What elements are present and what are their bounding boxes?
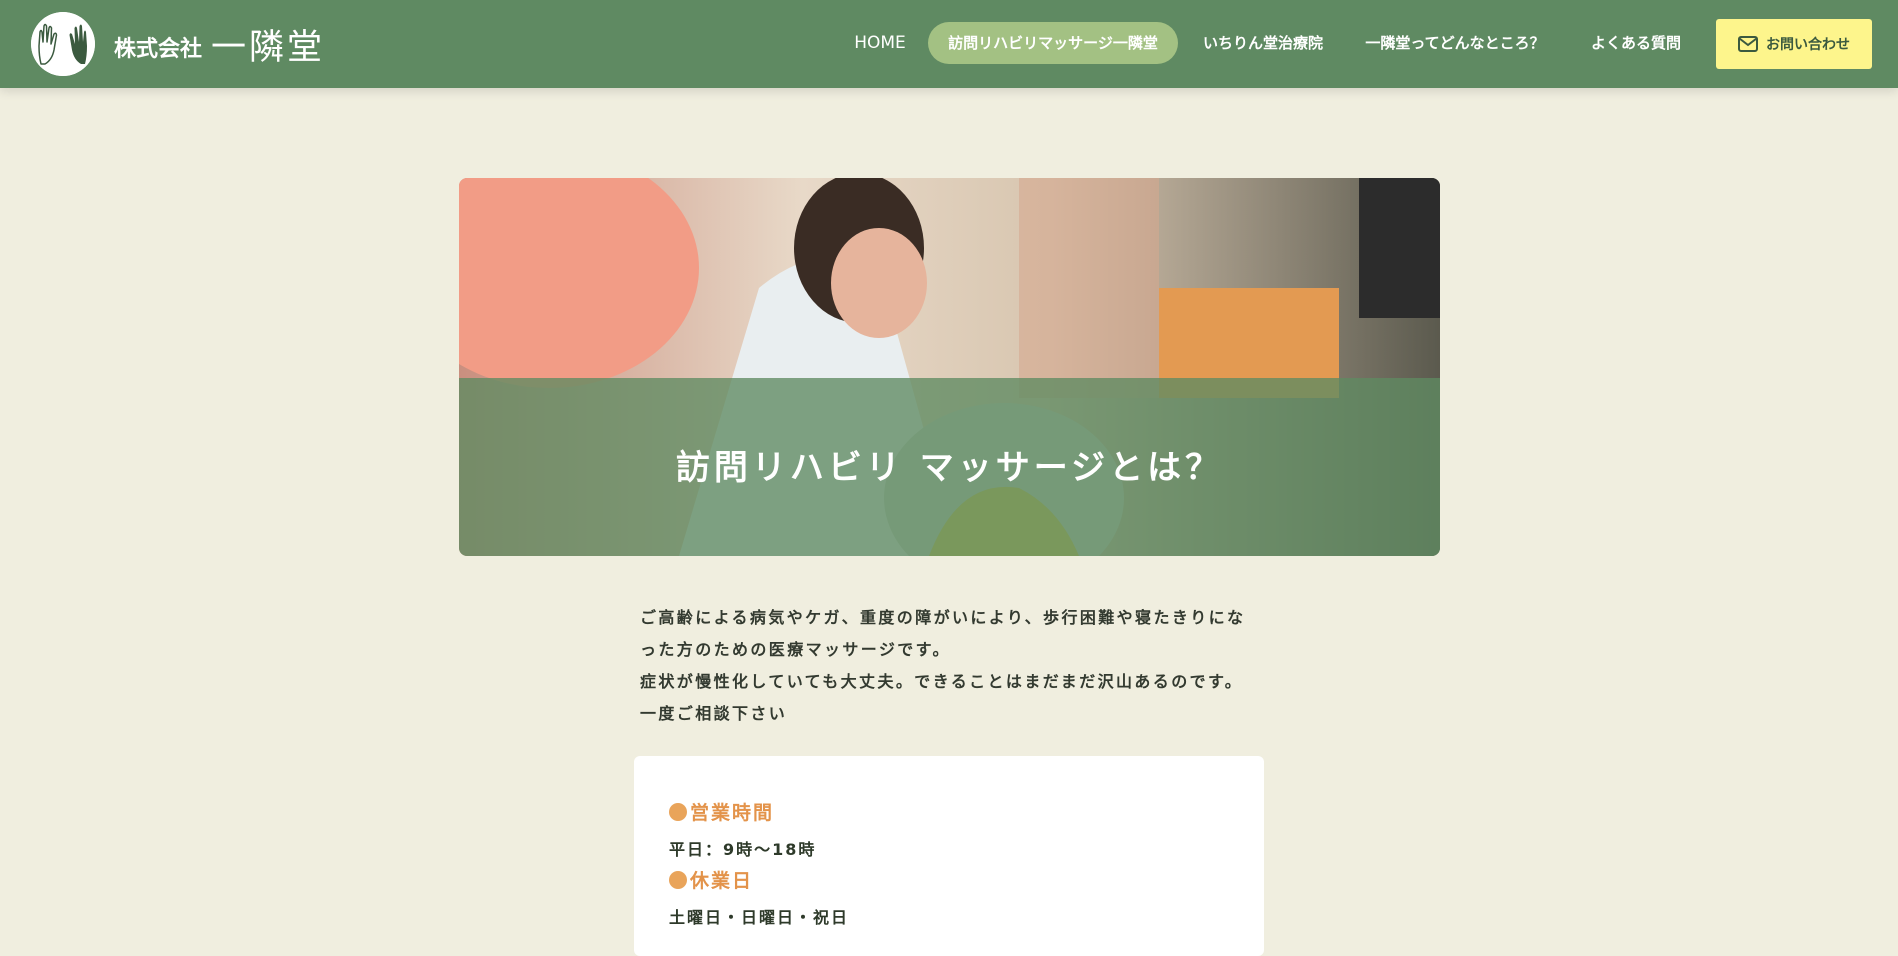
hours-value: 平日：9時〜18時 (669, 840, 817, 859)
intro-line: 一度ご相談下さい (640, 704, 788, 723)
contact-label: お問い合わせ (1766, 37, 1850, 53)
nav-about[interactable]: 一隣堂ってどんなところ？ (1350, 22, 1560, 64)
nav-clinic[interactable]: いちりん堂治療院 (1190, 22, 1336, 64)
nav-home[interactable]: HOME (840, 22, 920, 64)
closed-heading-label: 休業日 (690, 870, 754, 892)
intro-line: 症状が慢性化していても大丈夫。できることはまだまだ沢山あるのです。 (640, 672, 1244, 691)
hands-logo-icon[interactable] (31, 12, 95, 76)
closed-heading: 休業日 (669, 866, 753, 893)
hero-title: 訪問リハビリ マッサージとは？ (675, 448, 1224, 488)
intro-line: ご高齢による病気やケガ、重度の障がいにより、歩行困難や寝たきりにな (640, 608, 1246, 627)
company-name[interactable]: 株式会社 一隣堂 (114, 20, 325, 68)
bullet-dot-icon (669, 870, 687, 889)
bullet-dot-icon (669, 802, 687, 821)
hours-heading: 営業時間 (669, 798, 774, 825)
intro-line: った方のための医療マッサージです。 (640, 640, 951, 659)
contact-button[interactable]: お問い合わせ (1716, 19, 1872, 69)
company-prefix: 株式会社 (114, 37, 203, 62)
company-title: 一隣堂 (211, 27, 326, 68)
closed-value: 土曜日・日曜日・祝日 (669, 908, 850, 927)
mail-icon (1738, 36, 1758, 52)
hours-heading-label: 営業時間 (690, 802, 775, 824)
nav-massage[interactable]: 訪問リハビリマッサージ一隣堂 (928, 22, 1178, 64)
hero-banner: 訪問リハビリ マッサージとは？ (459, 178, 1440, 556)
business-info-card: 営業時間 平日：9時〜18時 休業日 土曜日・日曜日・祝日 (634, 756, 1264, 956)
intro-text: ご高齢による病気やケガ、重度の障がいにより、歩行困難や寝たきりにな った方のため… (640, 602, 1280, 730)
site-header: 株式会社 一隣堂 HOME 訪問リハビリマッサージ一隣堂 いちりん堂治療院 一隣… (0, 0, 1898, 88)
nav-faq[interactable]: よくある質問 (1580, 22, 1692, 64)
